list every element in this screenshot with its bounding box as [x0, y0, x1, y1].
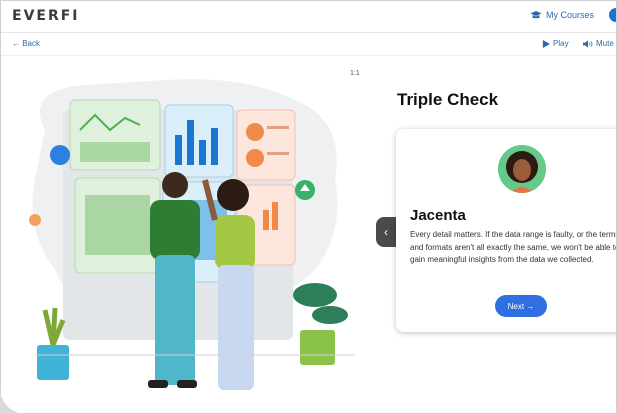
next-button[interactable]: Next →	[495, 295, 547, 317]
play-button[interactable]: Play	[542, 39, 569, 48]
character-avatar	[498, 145, 546, 193]
dialogue-card: Jacenta Every detail matters. If the dat…	[396, 129, 617, 332]
page-title: Triple Check	[397, 90, 499, 109]
mute-label: Mute	[596, 39, 614, 48]
dialogue-text: Every detail matters. If the data range …	[410, 230, 617, 264]
top-bar: EVERFI My Courses	[0, 0, 617, 33]
previous-slide-button[interactable]: ‹	[376, 217, 396, 247]
everfi-logo[interactable]: EVERFI	[12, 8, 80, 24]
character-name: Jacenta	[410, 207, 466, 224]
chevron-left-icon: ‹	[384, 225, 388, 239]
my-courses-link[interactable]: My Courses	[530, 10, 594, 20]
speaker-icon	[583, 39, 593, 48]
graduation-cap-icon	[530, 11, 542, 19]
play-icon	[542, 39, 550, 48]
user-avatar[interactable]	[609, 8, 617, 22]
back-button[interactable]: ← Back	[12, 39, 40, 48]
data-dashboard-illustration	[29, 79, 355, 390]
app-frame: EVERFI My Courses ← Back Play Mute 1:1 T…	[0, 0, 617, 414]
nav-bar: ← Back Play Mute	[0, 33, 617, 56]
play-label: Play	[553, 39, 569, 48]
my-courses-label: My Courses	[546, 10, 595, 20]
character-portrait-icon	[498, 145, 546, 193]
mute-button[interactable]: Mute	[583, 39, 614, 48]
